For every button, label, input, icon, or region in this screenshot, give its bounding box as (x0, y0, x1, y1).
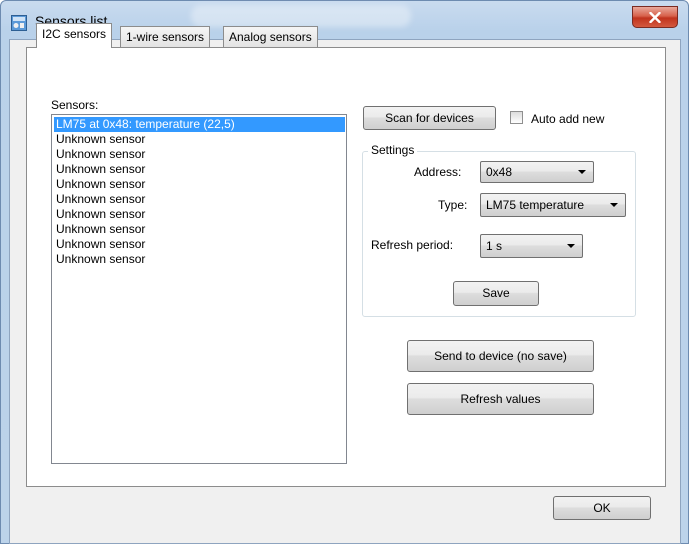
refresh-values-button[interactable]: Refresh values (407, 383, 594, 415)
ok-button[interactable]: OK (553, 496, 651, 520)
list-item[interactable]: Unknown sensor (54, 237, 344, 252)
list-item[interactable]: Unknown sensor (54, 192, 344, 207)
auto-add-label: Auto add new (531, 112, 605, 126)
sensors-label: Sensors: (51, 98, 99, 112)
address-dropdown[interactable]: 0x48 (480, 161, 594, 183)
list-item[interactable]: Unknown sensor (54, 222, 344, 237)
chevron-down-icon (567, 244, 575, 248)
chevron-down-icon (610, 203, 618, 207)
save-button[interactable]: Save (453, 281, 539, 306)
type-label: Type: (438, 198, 468, 212)
refresh-period-dropdown[interactable]: 1 s (480, 234, 583, 258)
list-item[interactable]: Unknown sensor (54, 177, 344, 192)
address-label: Address: (414, 165, 462, 179)
chevron-down-icon (578, 170, 586, 174)
list-item[interactable]: LM75 at 0x48: temperature (22,5) (54, 117, 345, 132)
send-to-device-button[interactable]: Send to device (no save) (407, 340, 594, 372)
list-item[interactable]: Unknown sensor (54, 147, 344, 162)
type-dropdown[interactable]: LM75 temperature (480, 193, 626, 217)
list-item[interactable]: Unknown sensor (54, 252, 344, 267)
type-value: LM75 temperature (486, 198, 585, 212)
refresh-period-label: Refresh period: (371, 238, 454, 252)
refresh-period-value: 1 s (486, 239, 503, 253)
scan-for-devices-button[interactable]: Scan for devices (363, 106, 496, 130)
settings-title: Settings (368, 143, 418, 157)
list-item[interactable]: Unknown sensor (54, 207, 344, 222)
sensors-listbox[interactable]: LM75 at 0x48: temperature (22,5) Unknown… (51, 114, 347, 464)
address-value: 0x48 (486, 165, 513, 179)
list-item[interactable]: Unknown sensor (54, 132, 344, 147)
auto-add-checkbox[interactable] (510, 111, 523, 124)
list-item[interactable]: Unknown sensor (54, 162, 344, 177)
